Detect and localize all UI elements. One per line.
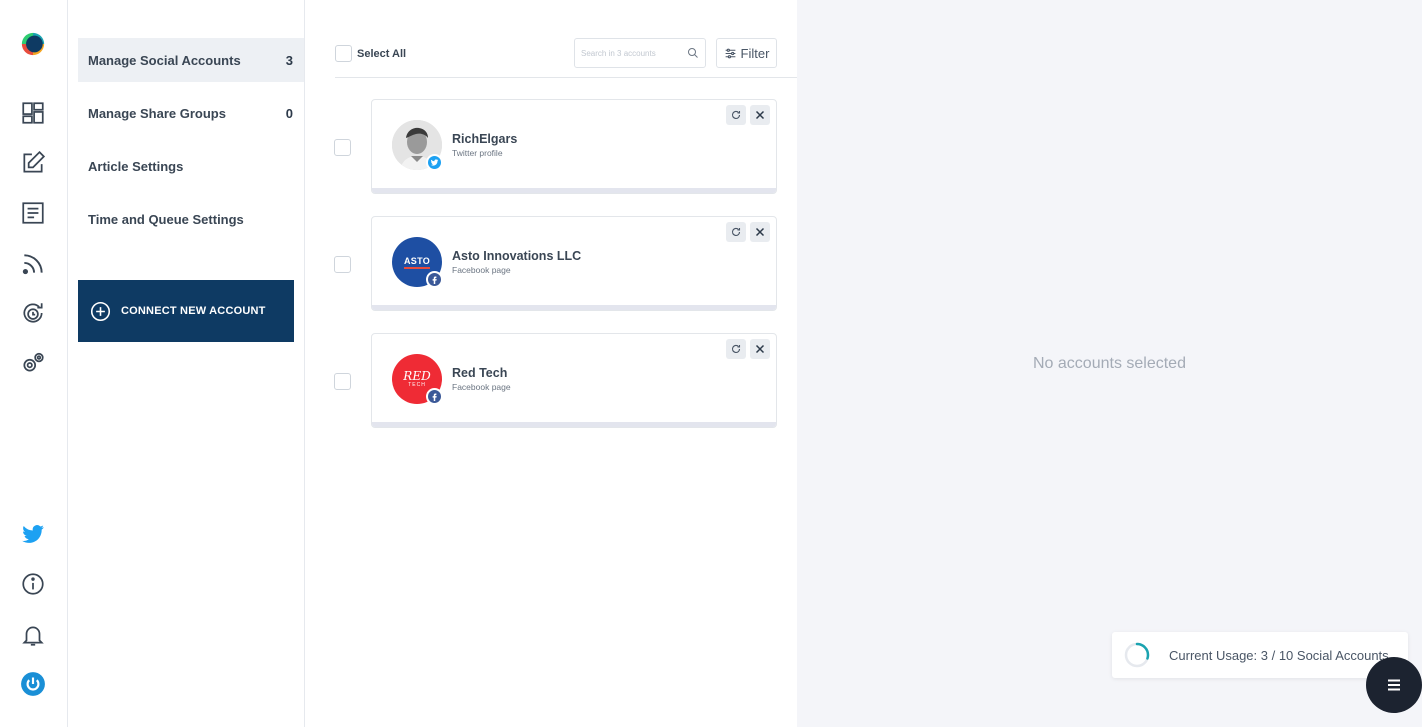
connect-new-account-button[interactable]: CONNECT NEW ACCOUNT <box>78 280 294 342</box>
menu-item-count: 3 <box>285 52 293 68</box>
connect-button-label: CONNECT NEW ACCOUNT <box>121 305 266 317</box>
menu-item-label: Time and Queue Settings <box>88 211 244 227</box>
empty-state-text: No accounts selected <box>1033 355 1186 372</box>
menu-item-article-settings[interactable]: Article Settings <box>78 144 304 188</box>
refresh-icon <box>732 227 741 236</box>
dashboard-icon[interactable] <box>19 99 47 127</box>
compose-icon[interactable] <box>19 149 47 177</box>
redtech-logo-text: RED <box>403 368 431 383</box>
avatar: ASTO <box>392 237 443 288</box>
account-type: Twitter profile <box>452 148 503 158</box>
account-name: RichElgars <box>452 132 518 146</box>
facebook-badge-icon <box>426 388 443 405</box>
hamburger-icon <box>1388 679 1400 691</box>
menu-item-count: 0 <box>285 105 293 121</box>
close-icon <box>755 110 765 120</box>
filter-button[interactable]: Filter <box>716 38 777 68</box>
info-icon[interactable] <box>19 570 47 598</box>
select-all[interactable]: Select All <box>335 45 406 62</box>
accounts-panel: Select All Filter <box>305 0 797 727</box>
facebook-badge-icon <box>426 271 443 288</box>
menu-item-manage-share-groups[interactable]: Manage Share Groups 0 <box>78 91 304 135</box>
plus-circle-icon <box>90 301 111 321</box>
remove-button[interactable] <box>750 339 770 359</box>
account-checkbox[interactable] <box>334 139 351 156</box>
refresh-button[interactable] <box>726 222 746 242</box>
account-card[interactable]: RichElgars Twitter profile <box>371 99 777 194</box>
menu-item-label: Manage Share Groups <box>88 105 226 121</box>
refresh-icon <box>732 110 741 119</box>
account-card[interactable]: ASTO Asto Innovations LLC Facebook page <box>371 216 777 311</box>
logo-underline <box>404 266 430 269</box>
menu-item-time-queue-settings[interactable]: Time and Queue Settings <box>78 197 304 241</box>
asto-logo-text: ASTO <box>403 255 431 266</box>
remove-button[interactable] <box>750 222 770 242</box>
search-input[interactable] <box>581 48 681 58</box>
twitter-icon[interactable] <box>19 520 47 548</box>
account-type: Facebook page <box>452 265 511 275</box>
account-checkbox[interactable] <box>334 256 351 273</box>
menu-item-manage-social-accounts[interactable]: Manage Social Accounts 3 <box>78 38 304 82</box>
account-name: Asto Innovations LLC <box>452 249 582 263</box>
account-detail-area: No accounts selected Current Usage: 3 / … <box>797 0 1422 727</box>
search-box[interactable] <box>574 38 706 68</box>
menu-item-label: Article Settings <box>88 158 184 174</box>
account-checkbox[interactable] <box>334 373 351 390</box>
account-card[interactable]: RED TECH Red Tech Facebook page <box>371 333 777 428</box>
sliders-icon <box>725 48 735 58</box>
settings-menu: Manage Social Accounts 3 Manage Share Gr… <box>68 0 305 727</box>
bell-icon[interactable] <box>19 621 47 649</box>
usage-text: Current Usage: 3 / 10 Social Accounts <box>1169 647 1389 663</box>
select-all-checkbox[interactable] <box>335 45 352 62</box>
icon-rail <box>0 0 68 727</box>
articles-icon[interactable] <box>19 199 47 227</box>
refresh-button[interactable] <box>726 339 746 359</box>
refresh-icon <box>732 344 741 353</box>
search-icon <box>688 48 698 58</box>
schedule-icon[interactable] <box>19 299 47 327</box>
twitter-badge-icon <box>426 154 443 171</box>
menu-item-label: Manage Social Accounts <box>88 52 241 68</box>
close-icon <box>755 227 765 237</box>
usage-indicator: Current Usage: 3 / 10 Social Accounts <box>1112 632 1408 678</box>
logo-icon[interactable] <box>19 30 47 58</box>
account-type: Facebook page <box>452 382 511 392</box>
avatar <box>392 120 443 171</box>
power-icon[interactable] <box>19 670 47 698</box>
redtech-logo-sub: TECH <box>408 381 426 388</box>
usage-progress-ring <box>1124 642 1150 668</box>
refresh-button[interactable] <box>726 105 746 125</box>
rss-icon[interactable] <box>19 250 47 278</box>
avatar: RED TECH <box>392 354 443 405</box>
close-icon <box>755 344 765 354</box>
settings-icon[interactable] <box>19 349 47 377</box>
filter-label: Filter <box>740 45 770 61</box>
account-name: Red Tech <box>452 366 508 380</box>
select-all-label: Select All <box>357 47 407 60</box>
accounts-toolbar: Select All Filter <box>335 38 797 78</box>
menu-fab-button[interactable] <box>1366 657 1422 713</box>
remove-button[interactable] <box>750 105 770 125</box>
